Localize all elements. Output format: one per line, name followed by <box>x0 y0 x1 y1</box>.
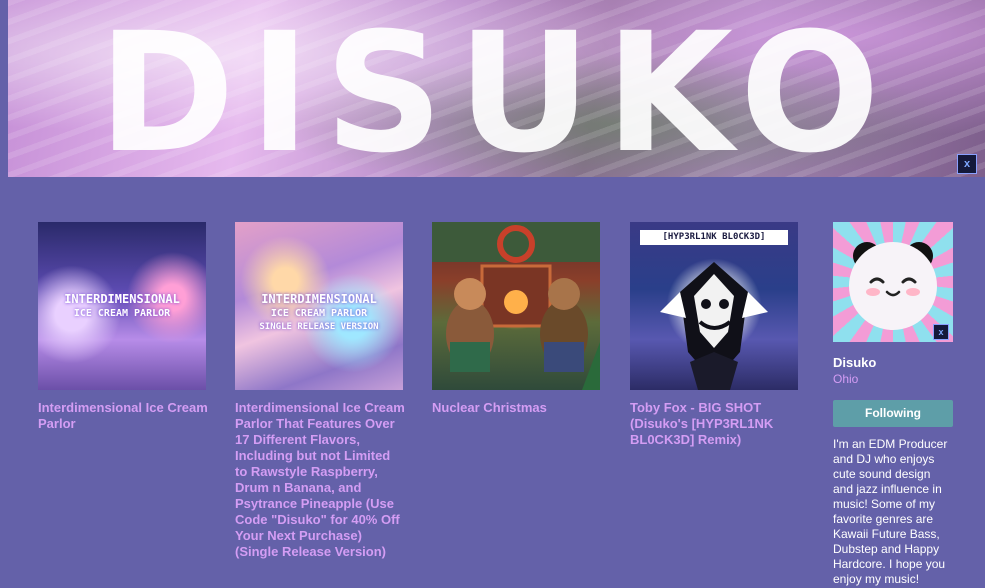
album-card[interactable]: INTERDIMENSIONAL ICE CREAM PARLOR Interd… <box>38 222 208 432</box>
cover-text: SINGLE RELEASE VERSION <box>259 322 379 332</box>
cover-text: INTERDIMENSIONAL <box>261 292 377 306</box>
artist-name: Disuko <box>833 355 877 370</box>
album-card[interactable]: [HYP3RL1NK BL0CK3D] Toby Fox - BIG SHOT … <box>630 222 800 448</box>
cover-text: INTERDIMENSIONAL <box>64 292 180 306</box>
cover-text: ICE CREAM PARLOR <box>270 308 368 319</box>
album-cover[interactable] <box>432 222 600 390</box>
artist-location-link[interactable]: Ohio <box>833 371 953 387</box>
artist-page: DISUKO x INTERDIMENSIONAL ICE CREAM PARL… <box>0 0 985 588</box>
artist-avatar[interactable]: x <box>833 222 953 342</box>
artist-logo-text: DISUKO <box>98 0 894 177</box>
following-button[interactable]: Following <box>833 400 953 427</box>
album-title-link[interactable]: Interdimensional Ice Cream Parlor That F… <box>235 400 405 560</box>
artist-logo: DISUKO <box>98 0 894 177</box>
banner-close-button[interactable]: x <box>957 154 977 174</box>
cover-text: ICE CREAM PARLOR <box>73 308 171 319</box>
cover-art <box>660 262 768 390</box>
album-cover[interactable]: INTERDIMENSIONAL ICE CREAM PARLOR SINGLE… <box>235 222 403 390</box>
close-icon: x <box>938 327 944 337</box>
album-title-link[interactable]: Interdimensional Ice Cream Parlor <box>38 400 208 432</box>
close-icon: x <box>963 158 971 170</box>
album-card[interactable]: Nuclear Christmas <box>432 222 602 416</box>
album-title-link[interactable]: Nuclear Christmas <box>432 400 602 416</box>
cover-art <box>432 222 600 390</box>
album-card[interactable]: INTERDIMENSIONAL ICE CREAM PARLOR SINGLE… <box>235 222 405 560</box>
album-cover[interactable]: INTERDIMENSIONAL ICE CREAM PARLOR <box>38 222 206 390</box>
album-cover[interactable]: [HYP3RL1NK BL0CK3D] <box>630 222 798 390</box>
artist-info-panel: x Disuko Ohio Following I'm an EDM Produ… <box>833 222 953 587</box>
cover-text: [HYP3RL1NK BL0CK3D] <box>640 230 788 245</box>
artist-bio: I'm an EDM Producer and DJ who enjoys cu… <box>833 437 948 586</box>
album-title-link[interactable]: Toby Fox - BIG SHOT (Disuko's [HYP3RL1NK… <box>630 400 800 448</box>
avatar-close-button[interactable]: x <box>933 324 949 340</box>
header-banner: DISUKO x <box>8 0 985 177</box>
